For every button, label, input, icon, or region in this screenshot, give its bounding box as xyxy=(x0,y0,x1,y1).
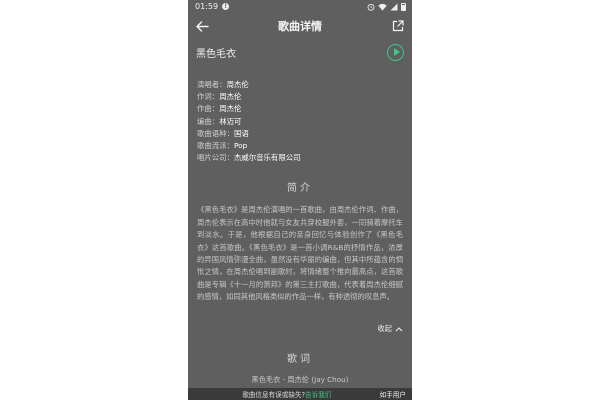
meta-row-genre: 歌曲流派：Pop xyxy=(197,140,403,152)
meta-key: 作词： xyxy=(197,92,220,102)
battery-icon xyxy=(401,2,406,11)
meta-value: Pop xyxy=(233,141,248,151)
phone-screen: 01:59 ! 歌曲详情 黑色毛衣 演唱者：周杰伦 作词：周杰伦 作曲：周杰伦 … xyxy=(188,0,412,400)
feedback-text: 歌曲信息有误或缺失? xyxy=(242,391,306,399)
page-title: 歌曲详情 xyxy=(278,20,322,33)
alarm-icon xyxy=(367,3,375,11)
arrow-left-icon xyxy=(195,20,209,32)
meta-value: 林迈可 xyxy=(219,116,242,126)
meta-row-language: 歌曲语种：国语 xyxy=(197,128,403,140)
wifi-icon xyxy=(378,3,387,11)
lyrics-section-title: 歌词 xyxy=(287,354,313,365)
song-meta-list: 演唱者：周杰伦 作词：周杰伦 作曲：周杰伦 编曲：林迈可 歌曲语种：国语 歌曲流… xyxy=(188,79,412,164)
meta-row-arranger: 编曲：林迈可 xyxy=(197,116,403,128)
play-icon xyxy=(393,48,400,56)
intro-text: 《黑色毛衣》是周杰伦演唱的一首歌曲，由周杰伦作词、作曲，周杰伦表示在高中时他就与… xyxy=(197,205,403,302)
feedback-message: 歌曲信息有误或缺失?告诉我们 xyxy=(194,389,380,399)
status-bar: 01:59 ! xyxy=(188,0,412,13)
meta-value: 周杰伦 xyxy=(219,92,242,102)
back-button[interactable] xyxy=(194,18,210,34)
collapse-label: 收起 xyxy=(377,324,392,333)
title-bar: 歌曲详情 xyxy=(188,13,412,39)
intro-section-title: 简介 xyxy=(287,183,313,195)
collapse-button[interactable]: 收起 xyxy=(377,324,403,334)
feedback-bar: 歌曲信息有误或缺失?告诉我们 如手用户 xyxy=(188,388,412,400)
meta-key: 演唱者： xyxy=(197,80,227,89)
info-notification-icon: ! xyxy=(222,3,230,10)
meta-value: 周杰伦 xyxy=(219,104,242,114)
status-time: 01:59 xyxy=(195,2,219,11)
meta-key: 歌曲流派： xyxy=(197,141,234,151)
meta-value: 杰威尔音乐有限公司 xyxy=(233,153,301,163)
meta-key: 歌曲语种： xyxy=(197,128,234,138)
meta-value: 国语 xyxy=(233,128,249,138)
share-button[interactable] xyxy=(390,18,406,34)
song-header: 黑色毛衣 xyxy=(188,41,412,63)
feedback-link[interactable]: 告诉我们 xyxy=(305,391,331,399)
meta-key: 唱片公司： xyxy=(197,153,234,163)
meta-key: 作曲： xyxy=(197,104,220,114)
meta-row-singer: 演唱者：周杰伦 xyxy=(197,79,403,91)
chevron-up-icon xyxy=(395,327,403,332)
meta-row-lyricist: 作词：周杰伦 xyxy=(197,91,403,103)
feedback-right-label[interactable]: 如手用户 xyxy=(380,389,406,399)
meta-row-label: 唱片公司：杰威尔音乐有限公司 xyxy=(197,152,403,164)
play-button[interactable] xyxy=(387,43,404,61)
meta-value: 周杰伦 xyxy=(226,80,249,89)
signal-icon xyxy=(390,3,398,10)
song-name: 黑色毛衣 xyxy=(196,48,236,60)
meta-row-composer: 作曲：周杰伦 xyxy=(197,103,403,115)
lyrics-line: 黑色毛衣 - 周杰伦 (Jay Chou) xyxy=(251,375,349,384)
share-icon xyxy=(392,20,404,32)
meta-key: 编曲： xyxy=(197,116,220,126)
